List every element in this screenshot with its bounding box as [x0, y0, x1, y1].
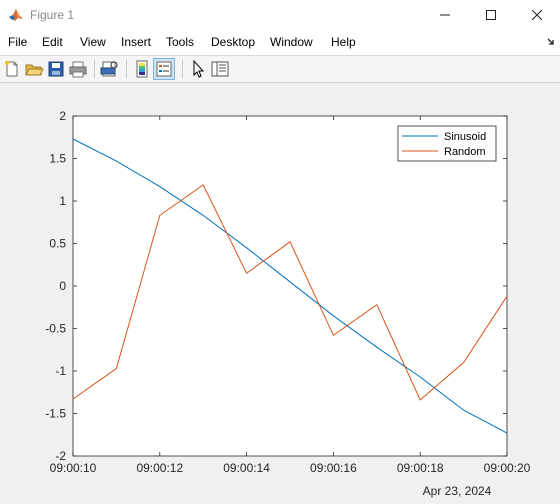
- x-tick-label: 09:00:14: [223, 461, 270, 475]
- figure-window: Figure 1 File Edit View Insert Tools Des…: [0, 0, 560, 504]
- menu-bar: File Edit View Insert Tools Desktop Wind…: [0, 30, 560, 56]
- menu-file[interactable]: File: [8, 35, 27, 49]
- y-tick-label: -0.5: [45, 322, 66, 336]
- x-tick-label: 09:00:16: [310, 461, 357, 475]
- legend-icon[interactable]: [153, 58, 175, 80]
- y-tick-label: 1: [59, 194, 66, 208]
- x-tick-label: 09:00:18: [397, 461, 444, 475]
- plot-figure: 21.510.50-0.5-1-1.5-2 09:00:10 09:00:12 09…: [45, 109, 531, 498]
- title-bar: Figure 1: [0, 0, 560, 30]
- open-file-icon[interactable]: [24, 59, 44, 79]
- legend-label-sinusoid: Sinusoid: [444, 131, 486, 143]
- save-icon[interactable]: [46, 59, 66, 79]
- minimize-button[interactable]: [422, 0, 468, 30]
- legend[interactable]: Sinusoid Random: [397, 125, 497, 162]
- y-tick-label: -1: [55, 364, 66, 378]
- maximize-button[interactable]: [468, 0, 514, 30]
- menu-desktop[interactable]: Desktop: [211, 35, 255, 49]
- y-tick-label: 0.5: [49, 237, 66, 251]
- print-preview-icon[interactable]: [100, 59, 120, 79]
- menu-view[interactable]: View: [80, 35, 106, 49]
- minimize-icon: [440, 14, 450, 16]
- y-tick-label: 2: [59, 109, 66, 123]
- new-figure-icon[interactable]: [2, 59, 22, 79]
- close-icon: [532, 10, 542, 20]
- y-tick-label: -1.5: [45, 407, 66, 421]
- toolbar-separator: [182, 60, 183, 78]
- window-title: Figure 1: [30, 8, 75, 22]
- menu-tools[interactable]: Tools: [166, 35, 194, 49]
- y-tick-label: 1.5: [49, 152, 66, 166]
- toolbar-separator: [94, 60, 95, 78]
- axes-box[interactable]: [72, 115, 508, 457]
- close-button[interactable]: [514, 0, 560, 30]
- menu-insert[interactable]: Insert: [121, 35, 151, 49]
- toolbar: [0, 56, 560, 83]
- toolbar-separator: [126, 60, 127, 78]
- dock-arrow-icon[interactable]: [545, 36, 557, 48]
- colorbar-icon[interactable]: [132, 59, 152, 79]
- x-tick-label: 09:00:20: [484, 461, 531, 475]
- edit-plot-pointer-icon[interactable]: [188, 59, 208, 79]
- menu-help[interactable]: Help: [331, 35, 356, 49]
- print-icon[interactable]: [68, 59, 88, 79]
- x-date-label: Apr 23, 2024: [423, 484, 492, 498]
- matlab-logo-icon: [9, 9, 23, 21]
- property-inspector-icon[interactable]: [210, 59, 230, 79]
- menu-edit[interactable]: Edit: [42, 35, 63, 49]
- x-tick-label: 09:00:10: [50, 461, 97, 475]
- legend-label-random: Random: [444, 146, 486, 158]
- y-tick-label: 0: [59, 279, 66, 293]
- x-tick-label: 09:00:12: [136, 461, 183, 475]
- menu-window[interactable]: Window: [270, 35, 313, 49]
- maximize-icon: [486, 10, 496, 20]
